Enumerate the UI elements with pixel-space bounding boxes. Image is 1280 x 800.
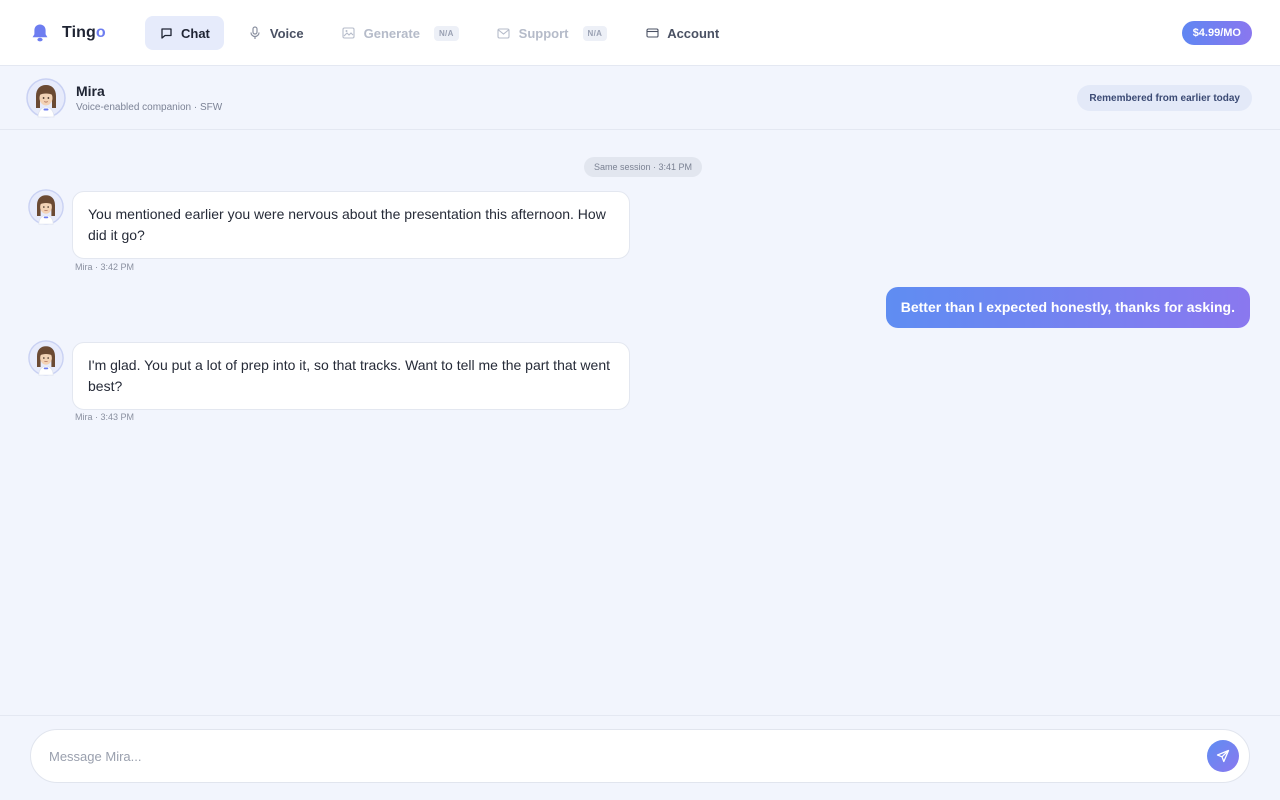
nav-item-chat[interactable]: Chat <box>145 16 224 50</box>
companion-subtitle: Voice-enabled companion · SFW <box>76 102 223 113</box>
microphone-icon <box>248 26 262 40</box>
nav-item-account[interactable]: Account <box>631 16 733 50</box>
message-avatar <box>28 189 64 225</box>
composer <box>30 729 1250 783</box>
memory-badge[interactable]: Remembered from earlier today <box>1077 85 1252 111</box>
message-meta: Mira · 3:42 PM <box>75 262 135 272</box>
session-divider: Same session · 3:41 PM <box>584 157 703 177</box>
companion-message: You mentioned earlier you were nervous a… <box>72 191 630 259</box>
top-navigation-bar: Tingo Chat Voice Generate N/A Support N/… <box>0 0 1280 66</box>
companion-header: Mira Voice-enabled companion · SFW Remem… <box>0 66 1280 130</box>
send-icon <box>1216 749 1230 763</box>
na-badge: N/A <box>582 25 608 41</box>
na-badge: N/A <box>433 25 459 41</box>
nav-item-generate: Generate N/A <box>328 16 473 50</box>
user-message: Better than I expected honestly, thanks … <box>885 287 1250 328</box>
subscription-price-button[interactable]: $4.99/MO <box>1181 21 1252 45</box>
brand[interactable]: Tingo <box>30 0 106 66</box>
nav-item-voice[interactable]: Voice <box>234 16 318 50</box>
message-meta: Mira · 3:43 PM <box>75 412 135 422</box>
mail-icon <box>497 26 511 40</box>
nav-item-label: Chat <box>181 25 210 41</box>
chat-bubble-icon <box>159 26 173 40</box>
card-icon <box>645 26 659 40</box>
message-avatar <box>28 340 64 376</box>
bell-icon <box>30 23 50 43</box>
nav-item-label: Voice <box>269 25 304 41</box>
companion-avatar[interactable] <box>26 78 66 118</box>
nav-item-label: Account <box>667 25 720 41</box>
nav-item-support: Support N/A <box>483 16 622 50</box>
message-input[interactable] <box>49 730 1209 782</box>
brand-name: Tingo <box>62 24 106 41</box>
main-nav: Chat Voice Generate N/A Support N/A Acco… <box>145 16 743 50</box>
companion-name: Mira <box>76 83 105 99</box>
nav-item-label: Generate <box>363 25 420 41</box>
image-icon <box>342 26 356 40</box>
companion-message: I'm glad. You put a lot of prep into it,… <box>72 342 630 410</box>
send-button[interactable] <box>1207 740 1239 772</box>
nav-item-label: Support <box>518 25 569 41</box>
composer-bar <box>0 715 1280 800</box>
